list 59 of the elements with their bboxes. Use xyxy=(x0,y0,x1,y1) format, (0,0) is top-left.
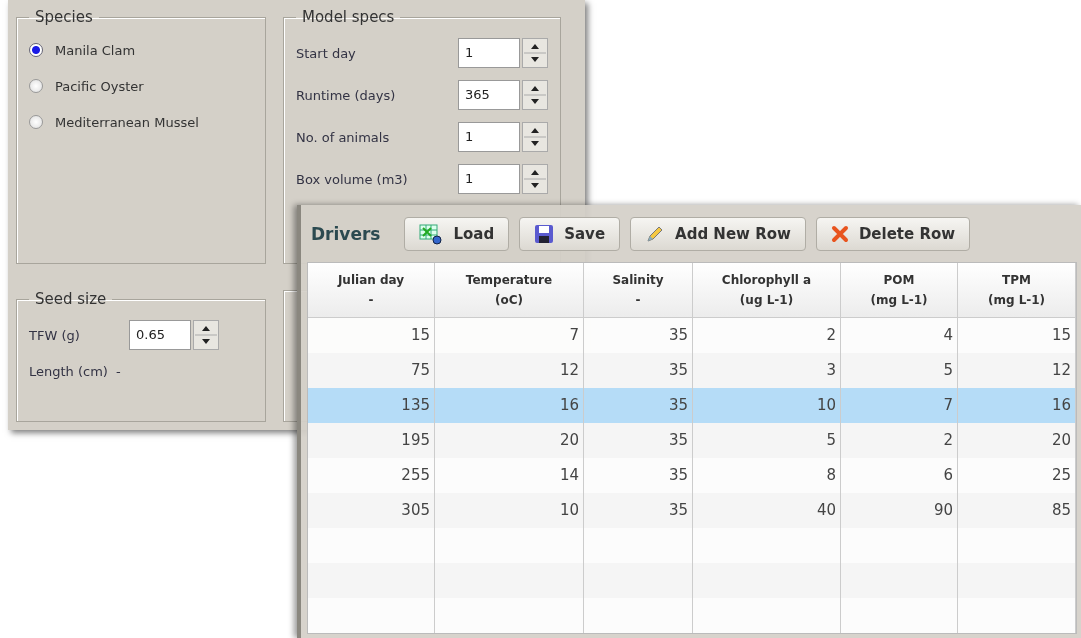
number-field[interactable]: 1 xyxy=(458,164,520,194)
toolbar-button[interactable]: Save xyxy=(519,217,621,251)
column-header[interactable]: Julian day - xyxy=(308,263,435,317)
number-field[interactable]: 0.65 xyxy=(129,320,191,350)
table-cell: 90 xyxy=(841,493,958,528)
spreadsheet-icon xyxy=(419,223,444,245)
number-field[interactable]: 1 xyxy=(458,122,520,152)
radio-label: Manila Clam xyxy=(55,42,136,58)
floppy-icon xyxy=(534,224,555,244)
radio-icon[interactable] xyxy=(29,115,43,129)
field-label: Start day xyxy=(296,45,356,61)
toolbar-button[interactable]: Delete Row xyxy=(815,217,971,251)
radio-option[interactable]: Manila Clam xyxy=(29,32,253,68)
field-value: - xyxy=(115,364,121,379)
spinner-arrows-icon[interactable] xyxy=(522,80,548,110)
group-title: Seed size xyxy=(34,290,108,308)
radio-option[interactable]: Mediterranean Mussel xyxy=(29,104,253,140)
radio-option[interactable]: Pacific Oyster xyxy=(29,68,253,104)
radio-icon[interactable] xyxy=(29,79,43,93)
column-header[interactable]: TPM (mg L-1) xyxy=(958,263,1076,317)
field-label: No. of animals xyxy=(296,129,390,145)
spinner-arrows-icon[interactable] xyxy=(522,38,548,68)
toolbar-button[interactable]: Add New Row xyxy=(630,217,806,251)
table-row[interactable]: 195 20 35 5 2 20 xyxy=(308,423,1076,458)
table-cell: 5 xyxy=(693,423,841,458)
column-header[interactable]: Chlorophyll a (ug L-1) xyxy=(693,263,841,317)
group-title: Species xyxy=(34,8,94,26)
field-label: Runtime (days) xyxy=(296,87,396,103)
spinner-arrows-icon[interactable] xyxy=(193,320,219,350)
spinner-arrows-icon[interactable] xyxy=(522,164,548,194)
table-row[interactable]: 305 10 35 40 90 85 xyxy=(308,493,1076,528)
column-header[interactable]: Temperature (oC) xyxy=(435,263,584,317)
spinner-arrows-icon[interactable] xyxy=(522,122,548,152)
field-label: Length (cm) xyxy=(29,364,108,379)
table-cell: 195 xyxy=(308,423,435,458)
toolbar-button[interactable]: Load xyxy=(404,217,510,251)
radio-icon[interactable] xyxy=(29,43,43,57)
field-label: Box volume (m3) xyxy=(296,171,408,187)
table-cell: 85 xyxy=(958,493,1076,528)
table-cell: 35 xyxy=(584,493,693,528)
radio-label: Mediterranean Mussel xyxy=(55,114,199,130)
table-cell: 2 xyxy=(841,423,958,458)
table-row[interactable]: 75 12 35 3 5 12 xyxy=(308,353,1076,388)
panel-title: Drivers xyxy=(311,224,381,244)
table-cell: 20 xyxy=(958,423,1076,458)
group-title: Model specs xyxy=(301,8,396,26)
table-row[interactable]: 135 16 35 10 7 16 xyxy=(308,388,1076,423)
column-header[interactable]: Salinity - xyxy=(584,263,693,317)
table-cell: 20 xyxy=(435,423,584,458)
table-cell: 305 xyxy=(308,493,435,528)
table-cell: 40 xyxy=(693,493,841,528)
number-field[interactable]: 365 xyxy=(458,80,520,110)
field-label: TFW (g) xyxy=(29,327,81,343)
column-header[interactable]: POM (mg L-1) xyxy=(841,263,958,317)
table-cell: 10 xyxy=(435,493,584,528)
delete-icon xyxy=(830,225,849,243)
table-cell: 35 xyxy=(584,423,693,458)
number-field[interactable]: 1 xyxy=(458,38,520,68)
radio-label: Pacific Oyster xyxy=(55,78,144,94)
